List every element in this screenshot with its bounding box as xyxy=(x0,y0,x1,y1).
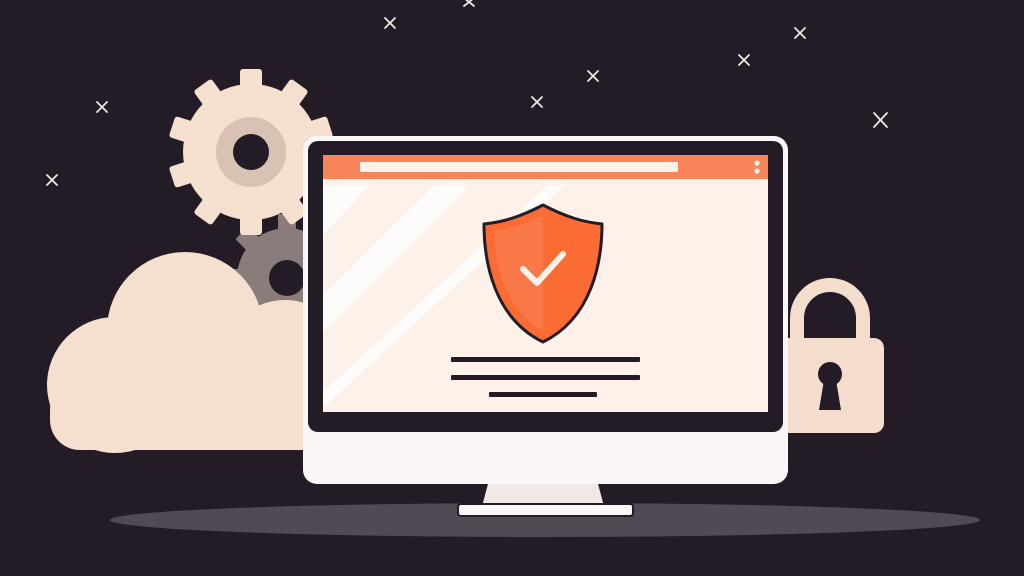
monitor xyxy=(303,136,788,517)
security-illustration xyxy=(0,0,1024,576)
address-bar[interactable] xyxy=(360,162,678,172)
monitor-stand-base xyxy=(457,503,634,517)
